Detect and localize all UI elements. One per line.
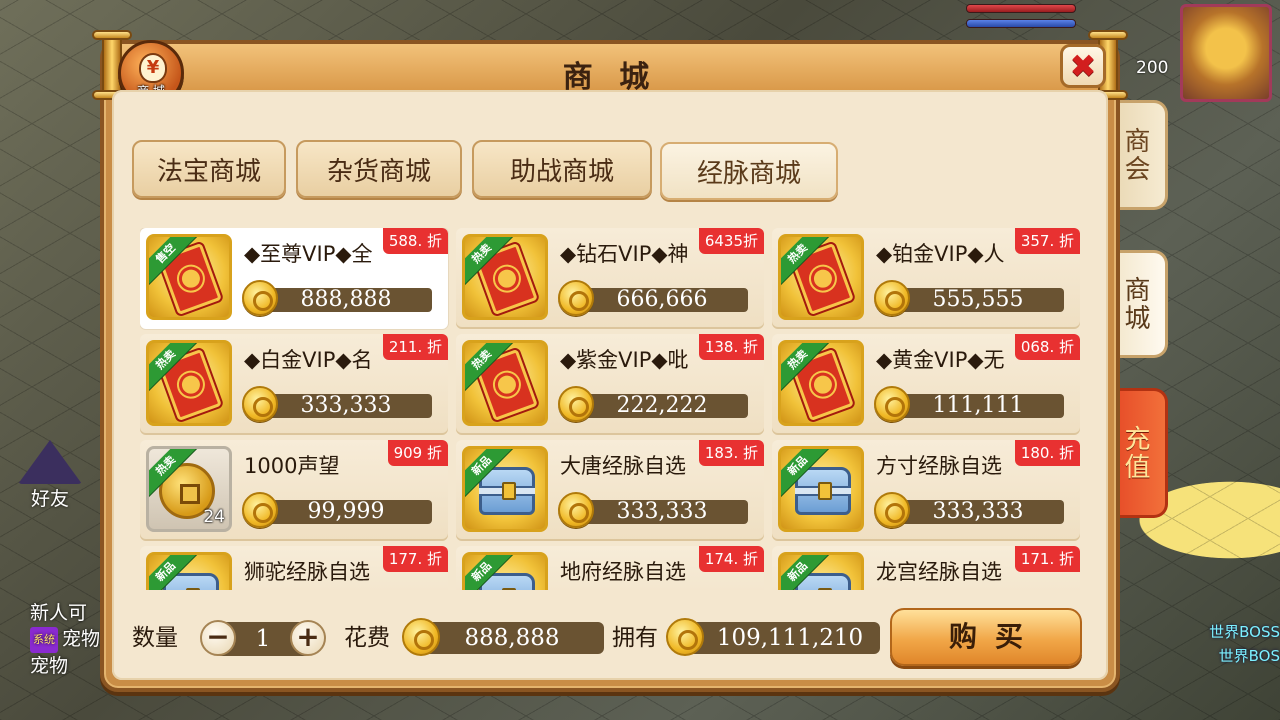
gold-coin-icon — [242, 492, 278, 528]
item-name: 狮驼经脉自选 — [244, 560, 370, 584]
item-price: 555,555 — [892, 288, 1064, 312]
cost-value: 888,888 — [420, 622, 604, 654]
shop-item-card[interactable]: 热卖 211. 折 ◆白金VIP◆名 333,333 — [140, 334, 448, 435]
chat-line: 系统 宠物 — [30, 626, 110, 653]
item-price: 111,111 — [892, 394, 1064, 418]
player-avatar[interactable] — [1180, 4, 1272, 102]
shop-item-card[interactable]: 售空 588. 折 ◆至尊VIP◆全 888,888 — [140, 228, 448, 329]
item-name: 大唐经脉自选 — [560, 454, 686, 478]
increase-button[interactable]: + — [290, 620, 326, 656]
quantity-value[interactable]: 1 — [234, 622, 292, 656]
gold-coin-icon — [666, 618, 704, 656]
title-bar: 商 城 — [104, 44, 1116, 95]
chat-line: 宠物 — [30, 654, 69, 677]
item-name: 地府经脉自选 — [560, 560, 686, 584]
item-icon-frame: 热卖 — [778, 234, 864, 320]
tab-grocery-shop[interactable]: 杂货商城 — [296, 140, 462, 198]
item-grid[interactable]: 售空 588. 折 ◆至尊VIP◆全 888,888 热卖 6435折 ◆钻石VIP◆神 66… — [140, 228, 1086, 590]
treasure-chest-icon — [479, 467, 535, 515]
discount-badge: 909 折 — [387, 440, 448, 466]
chat-line: 新人可 — [30, 602, 88, 624]
chat-preview[interactable]: 新人可 系统 宠物 宠物 — [0, 600, 110, 720]
shop-item-card[interactable]: 热卖 068. 折 ◆黄金VIP◆无 111,111 — [772, 334, 1080, 435]
shop-item-card[interactable]: 热卖 24 909 折 1000声望 99,999 — [140, 440, 448, 541]
item-icon-frame: 热卖 — [778, 340, 864, 426]
hp-mp-bars — [966, 4, 1076, 34]
owned-label: 拥有 — [612, 625, 658, 651]
item-name: ◆至尊VIP◆全 — [244, 242, 373, 266]
gold-coin-icon — [558, 280, 594, 316]
friend-button[interactable]: 好友 — [10, 440, 90, 520]
item-name: ◆铂金VIP◆人 — [876, 242, 1005, 266]
item-icon-frame: 新品 — [778, 446, 864, 532]
close-icon: ✖ — [1069, 47, 1097, 85]
item-price: 666,666 — [576, 288, 748, 312]
item-price: 888,888 — [260, 288, 432, 312]
system-tag: 系统 — [30, 626, 58, 653]
item-icon-frame: 售空 — [146, 234, 232, 320]
friend-icon — [18, 440, 82, 484]
shop-item-card[interactable]: 新品 174. 折地府经脉自选 — [456, 546, 764, 590]
item-price: 333,333 — [576, 500, 748, 524]
shop-item-card[interactable]: 新品 177. 折狮驼经脉自选 — [140, 546, 448, 590]
shop-item-card[interactable]: 新品 180. 折方寸经脉自选 333,333 — [772, 440, 1080, 541]
item-name: ◆白金VIP◆名 — [244, 348, 373, 372]
item-price: 222,222 — [576, 394, 748, 418]
shop-window: 商 城 ¥ 商 城 ✖ 法宝商城 杂货商城 助战商城 经脉商城 售空588. 折… — [92, 30, 1128, 692]
close-button[interactable]: ✖ — [1060, 44, 1106, 88]
yuan-symbol: ¥ — [139, 53, 167, 83]
item-name: 龙宫经脉自选 — [876, 560, 1002, 584]
item-icon-frame: 热卖 — [462, 234, 548, 320]
item-price: 99,999 — [260, 500, 432, 524]
shop-item-card[interactable]: 新品 171. 折龙宫经脉自选 — [772, 546, 1080, 590]
gold-coin-icon — [558, 386, 594, 422]
item-name: ◆钻石VIP◆神 — [560, 242, 689, 266]
gold-coin-icon — [402, 618, 440, 656]
item-icon-frame: 热卖 24 — [146, 446, 232, 532]
item-count: 24 — [203, 507, 225, 527]
gold-coin-icon — [874, 492, 910, 528]
quantity-label: 数量 — [132, 625, 178, 651]
shop-item-card[interactable]: 热卖 6435折 ◆钻石VIP◆神 666,666 — [456, 228, 764, 329]
item-icon-frame: 热卖 — [462, 340, 548, 426]
item-icon-frame: 新品 — [462, 552, 548, 590]
gold-coin-icon — [242, 386, 278, 422]
friend-label: 好友 — [30, 488, 69, 510]
item-icon-frame: 新品 — [778, 552, 864, 590]
cost-label: 花费 — [344, 625, 390, 651]
decrease-button[interactable]: − — [200, 620, 236, 656]
tab-fabao-shop[interactable]: 法宝商城 — [132, 140, 286, 198]
item-name: 方寸经脉自选 — [876, 454, 1002, 478]
tab-meridian-shop[interactable]: 经脉商城 — [660, 142, 838, 200]
treasure-chest-icon — [795, 467, 851, 515]
item-icon-frame: 新品 — [462, 446, 548, 532]
gold-coin-icon — [874, 386, 910, 422]
shop-item-card[interactable]: 热卖 357. 折 ◆铂金VIP◆人 555,555 — [772, 228, 1080, 329]
item-icon-frame: 新品 — [146, 552, 232, 590]
shop-item-card[interactable]: 新品 183. 折大唐经脉自选 333,333 — [456, 440, 764, 541]
item-price: 333,333 — [260, 394, 432, 418]
item-icon-frame: 热卖 — [146, 340, 232, 426]
world-boss-notice[interactable]: 世界BOSS 世界BOS — [1180, 620, 1280, 668]
gold-coin-icon — [874, 280, 910, 316]
item-name: ◆黄金VIP◆无 — [876, 348, 1005, 372]
buy-button[interactable]: 购买 — [890, 608, 1082, 666]
owned-value: 109,111,210 — [684, 622, 880, 654]
gold-coin-icon — [242, 280, 278, 316]
item-name: 1000声望 — [244, 454, 340, 478]
shop-item-card[interactable]: 热卖 138. 折 ◆紫金VIP◆吡 222,222 — [456, 334, 764, 435]
level-readout: 200 — [1136, 58, 1169, 78]
item-price: 333,333 — [892, 500, 1064, 524]
item-name: ◆紫金VIP◆吡 — [560, 348, 689, 372]
gold-coin-icon — [558, 492, 594, 528]
quantity-stepper: − 1 + — [200, 620, 326, 656]
tab-assist-shop[interactable]: 助战商城 — [472, 140, 652, 198]
